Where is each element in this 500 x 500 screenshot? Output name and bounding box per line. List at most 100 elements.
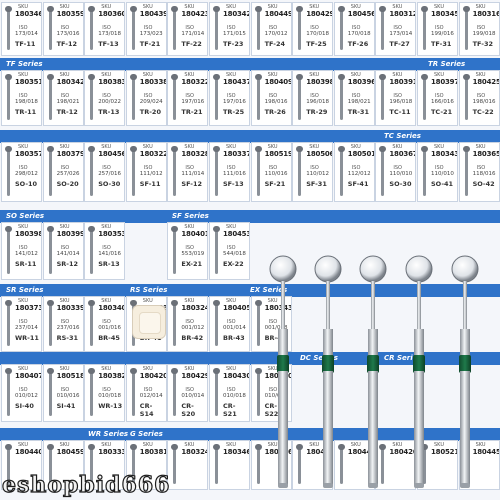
model-code: SF-12 [181,180,203,188]
bur-thumbnail-icon [171,368,179,416]
bur-thumbnail-icon [88,6,96,50]
sku-code: 180423 [181,10,209,18]
product-cell: SKU 180401 ISO 553/019 EX-21 [167,222,209,280]
sku-code: 180459 [56,448,84,456]
sku-code: 180437 [223,78,250,86]
series-band-label: WR Series [88,430,129,438]
bur-thumbnail-icon [46,6,54,50]
model-code: SR-13 [98,260,120,268]
product-cell: SKU 180343 ISO 110/010 SO-41 [417,142,458,202]
iso-code: 171/015 [223,31,246,37]
iso-code: 173/016 [56,31,80,37]
sku-code: 180501 [347,150,375,158]
sku-code: 180345 [431,10,458,18]
series-band-label: SO Series [6,212,44,220]
iso-code: 118/016 [472,171,496,177]
product-sheet: TF Series TR Series TC Series SO Series SF S… [0,0,500,500]
sku-code: 180456 [98,150,126,158]
sku-code: 180429 [306,10,334,18]
iso-code: 257/026 [56,171,80,177]
bur-thumbnail-icon [254,146,262,196]
iso-code: 198/016 [264,99,288,105]
model-code: SF-21 [264,180,286,188]
iso-code: 173/014 [389,31,413,37]
bur-thumbnail-icon [421,74,428,120]
bur-thumbnail-icon [254,6,262,50]
iso-code: 257/016 [98,171,122,177]
product-cell: SKU 180437 ISO 197/016 TR-25 [209,70,250,126]
model-code: TR-12 [56,108,78,116]
iso-code: 010/018 [223,393,246,399]
bur-thumbnail-icon [46,146,54,196]
bur-thumbnail-icon [129,6,137,50]
product-cell: SKU 180339 ISO 237/016 RS-31 [42,296,84,352]
product-cell: SKU 180398 ISO 141/012 SR-11 [1,222,42,280]
iso-code: 001/016 [98,325,122,331]
bur-thumbnail-icon [129,368,137,416]
iso-code: 010/014 [181,393,205,399]
product-cell: SKU 180328 ISO 111/014 SF-12 [167,142,209,202]
iso-code: 141/016 [98,251,122,257]
product-cell: SKU 180429 ISO 170/018 TF-25 [292,2,334,56]
series-band-label: RS Series [130,286,168,294]
bur-thumbnail-icon [5,74,12,120]
product-cell: SKU 180519 ISO 110/016 SF-21 [250,142,292,202]
iso-code: 200/022 [98,99,122,105]
model-code: TF-21 [139,40,161,48]
model-code: TR-29 [306,108,328,116]
model-code: TF-13 [98,40,119,48]
product-cell: SKU 180340 ISO 001/016 BR-45 [84,296,126,352]
bur-thumbnail-icon [213,6,220,50]
model-code: TC-21 [431,108,453,116]
bur-thumbnail-icon [462,6,470,50]
product-cell: SKU 180383 ISO 200/022 TR-13 [84,70,126,126]
model-code: TF-26 [347,40,369,48]
sku-code: 180518 [56,372,84,380]
bur-thumbnail-icon [171,444,179,484]
model-code: CR-S20 [181,402,196,418]
bur-thumbnail-icon [213,74,220,120]
bur-thumbnail-icon [213,368,220,416]
model-code: TF-27 [389,40,410,48]
iso-code: 197/016 [181,99,205,105]
iso-code: 209/024 [139,99,163,105]
model-code: SO-41 [431,180,454,188]
iso-code: 173/023 [139,31,163,37]
iso-code: 170/012 [264,31,288,37]
bur-thumbnail-icon [254,300,262,346]
model-code: SI-41 [56,402,76,410]
sku-code: 180346 [223,448,250,456]
series-band-label: TR Series [428,60,466,68]
bur-thumbnail-icon [88,74,96,120]
product-cell: SKU 180360 ISO 173/018 TF-13 [84,2,126,56]
model-code: SO-20 [56,180,79,188]
bur-thumbnail-icon [5,368,12,416]
product-cell: SKU 180324 ISO 001/012 BR-42 [167,296,209,352]
model-code: TF-12 [56,40,78,48]
model-code: WR-11 [15,334,39,342]
model-code: TF-11 [15,40,36,48]
product-cell: SKU 180353 ISO 141/016 SR-13 [84,222,126,280]
sku-code: 180391 [389,78,417,86]
product-cell: SKU 180423 ISO 171/014 TF-22 [167,2,209,56]
product-cell: SKU 180382 ISO 010/018 WR-13 [84,364,126,422]
product-cell: SKU 180398 ISO 196/018 TR-29 [292,70,334,126]
bur-thumbnail-icon [171,74,179,120]
model-code: TR-13 [98,108,120,116]
product-cell: SKU 180379 ISO 257/026 SO-20 [42,142,84,202]
bur-thumbnail-icon [171,6,179,50]
sku-code: 180316 [472,10,500,18]
bur-thumbnail-icon [421,146,428,196]
model-code: BR-43 [223,334,245,342]
sku-code: 180324 [181,304,209,312]
model-code: WR-13 [98,402,123,410]
iso-code: 198/018 [15,99,38,105]
product-cell: SKU 180337 ISO 111/016 SF-13 [209,142,250,202]
product-cell: SKU 180391 ISO 196/018 TC-11 [375,70,417,126]
product-cell: SKU 180453 ISO 544/018 EX-22 [209,222,250,280]
bur-thumbnail-icon [379,146,387,196]
sku-code: 180379 [56,150,84,158]
bur-thumbnail-icon [462,74,470,120]
sku-code: 180324 [181,448,209,456]
model-code: SO-42 [472,180,495,188]
